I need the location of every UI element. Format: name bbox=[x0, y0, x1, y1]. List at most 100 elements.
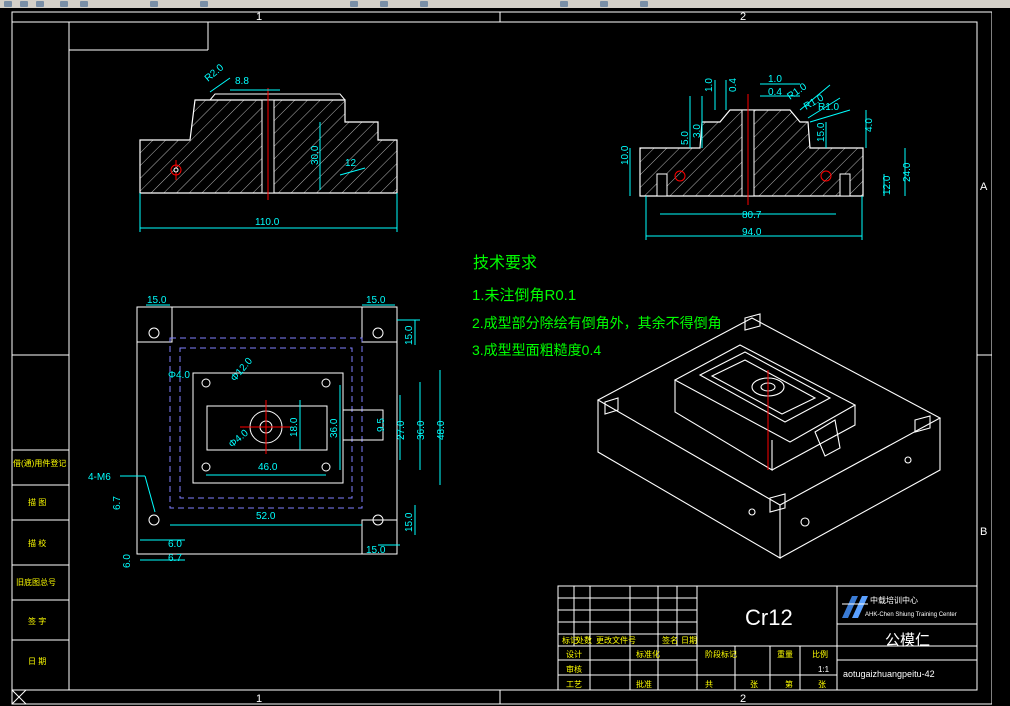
side-table-label: 描 图 bbox=[28, 497, 46, 507]
zone-label-bottom: 1 bbox=[256, 693, 262, 705]
toolbar-icon[interactable] bbox=[60, 1, 68, 7]
dim-label: 1.0 bbox=[704, 78, 715, 92]
dim-label: 27.0 bbox=[396, 420, 407, 440]
side-table-label: 旧底图总号 bbox=[16, 577, 56, 587]
title-grid-label: 共 bbox=[705, 680, 713, 689]
cad-drawing-canvas[interactable]: 1 2 1 2 A B 借(通)用件登记 描 图 描 校 旧底图总号 签 字 日… bbox=[0, 8, 1010, 706]
side-table-label: 借(通)用件登记 bbox=[13, 458, 66, 468]
dim-label: 15.0 bbox=[366, 295, 386, 306]
dim-label: 6.0 bbox=[122, 554, 133, 568]
dim-label: 15.0 bbox=[404, 325, 415, 345]
dim-label: 9.5 bbox=[376, 418, 387, 432]
drawing-number: aotugaizhuangpeitu-42 bbox=[843, 669, 935, 679]
title-grid-label: 审核 bbox=[566, 664, 582, 674]
toolbar-icon[interactable] bbox=[36, 1, 44, 7]
dim-label: 3.0 bbox=[692, 124, 703, 138]
zone-label-right: B bbox=[980, 526, 987, 538]
dim-label: 6.7 bbox=[112, 496, 123, 510]
org-name-cn: 中载培训中心 bbox=[870, 595, 918, 605]
dim-label: 6.0 bbox=[168, 539, 182, 550]
title-grid-label: 第 bbox=[785, 679, 793, 689]
zone-label-right: A bbox=[980, 181, 988, 193]
dim-label: 1.0 bbox=[768, 74, 782, 85]
dim-label: 15.0 bbox=[404, 512, 415, 532]
dim-label: 48.0 bbox=[436, 420, 447, 440]
side-record-table bbox=[11, 449, 70, 691]
left-section-view bbox=[139, 77, 398, 232]
notes-title: 技术要求 bbox=[473, 254, 537, 272]
org-name-en: AHK-Chen Shiung Training Center bbox=[865, 612, 957, 618]
dim-label: Φ4.0 bbox=[168, 370, 190, 381]
dim-label: 24.0 bbox=[902, 162, 913, 182]
dim-label: 15.0 bbox=[147, 295, 167, 306]
zone-label-bottom: 2 bbox=[740, 693, 746, 705]
zone-label-top: 1 bbox=[256, 11, 262, 23]
toolbar-icon[interactable] bbox=[350, 1, 358, 7]
title-grid-label: 标准化 bbox=[636, 649, 660, 659]
notes-line: 1.未注倒角R0.1 bbox=[472, 287, 576, 304]
title-grid-label: 更改文件号 bbox=[596, 635, 636, 645]
dim-label: 12 bbox=[345, 158, 357, 169]
dim-label: 15.0 bbox=[366, 545, 386, 556]
vertical-scrollbar[interactable] bbox=[992, 8, 1010, 706]
dim-label: 6.7 bbox=[168, 553, 182, 564]
notes-line: 3.成型型面粗糙度0.4 bbox=[472, 342, 601, 358]
dim-label: 4.0 bbox=[864, 118, 875, 132]
side-table-label: 签 字 bbox=[28, 616, 46, 626]
title-grid-label: 批准 bbox=[636, 679, 652, 689]
part-name: 公模仁 bbox=[885, 632, 930, 649]
toolbar-icon[interactable] bbox=[200, 1, 208, 7]
title-grid-label: 工艺 bbox=[566, 680, 582, 689]
isometric-view bbox=[596, 313, 942, 559]
title-grid-label: 重量 bbox=[777, 649, 793, 659]
toolbar-icon[interactable] bbox=[640, 1, 648, 7]
toolbar-icon[interactable] bbox=[420, 1, 428, 7]
side-table-label: 描 校 bbox=[28, 538, 46, 548]
scale-value: 1:1 bbox=[818, 665, 830, 674]
notes-line: 2.成型部分除绘有倒角外，其余不得倒角 bbox=[472, 315, 722, 331]
title-grid-label: 张 bbox=[818, 680, 826, 689]
dim-label: 36.0 bbox=[329, 418, 340, 438]
toolbar-icon[interactable] bbox=[600, 1, 608, 7]
zone-label-top: 2 bbox=[740, 11, 746, 23]
title-grid-label: 日期 bbox=[681, 636, 697, 645]
dim-label: 8.8 bbox=[235, 76, 249, 87]
dim-label: Φ4.0 bbox=[227, 428, 251, 451]
title-grid-label: 设计 bbox=[566, 649, 582, 659]
toolbar-icon[interactable] bbox=[560, 1, 568, 7]
dim-label: 15.0 bbox=[816, 122, 827, 142]
dim-label: 80.7 bbox=[742, 210, 762, 221]
right-section-view bbox=[629, 80, 906, 240]
cad-toolbar[interactable] bbox=[0, 0, 1010, 8]
toolbar-icon[interactable] bbox=[380, 1, 388, 7]
dim-label: 94.0 bbox=[742, 227, 762, 238]
side-table-label: 日 期 bbox=[28, 657, 46, 666]
dim-label: 0.4 bbox=[728, 78, 739, 92]
title-grid-label: 比例 bbox=[812, 649, 828, 659]
dim-label: R1.0 bbox=[818, 102, 840, 113]
title-grid-label: 张 bbox=[750, 680, 758, 689]
toolbar-icon[interactable] bbox=[150, 1, 158, 7]
dim-label: 18.0 bbox=[289, 417, 300, 437]
material-label: Cr12 bbox=[745, 605, 793, 630]
plan-view bbox=[120, 304, 441, 561]
drawing-frame bbox=[11, 11, 993, 705]
dim-label: 10.0 bbox=[620, 145, 631, 165]
dim-label: 0.4 bbox=[768, 87, 782, 98]
dim-label: 46.0 bbox=[258, 462, 278, 473]
dim-label: Φ12.0 bbox=[229, 356, 255, 384]
dim-label: 36.0 bbox=[416, 420, 427, 440]
dim-label: 110.0 bbox=[255, 217, 280, 228]
title-grid-label: 处数 bbox=[576, 635, 592, 645]
dim-label: 5.0 bbox=[680, 131, 691, 145]
dim-label: 4-M6 bbox=[88, 472, 111, 483]
title-grid-label: 阶段标记 bbox=[705, 649, 737, 659]
dim-label: 52.0 bbox=[256, 511, 276, 522]
toolbar-icon[interactable] bbox=[80, 1, 88, 7]
toolbar-icon[interactable] bbox=[20, 1, 28, 7]
dim-label: 30.0 bbox=[310, 145, 321, 165]
toolbar-icon[interactable] bbox=[4, 1, 12, 7]
dim-label: R2.0 bbox=[203, 62, 227, 84]
dim-label: 12.0 bbox=[882, 175, 893, 195]
title-grid-label: 签名 bbox=[662, 635, 678, 645]
